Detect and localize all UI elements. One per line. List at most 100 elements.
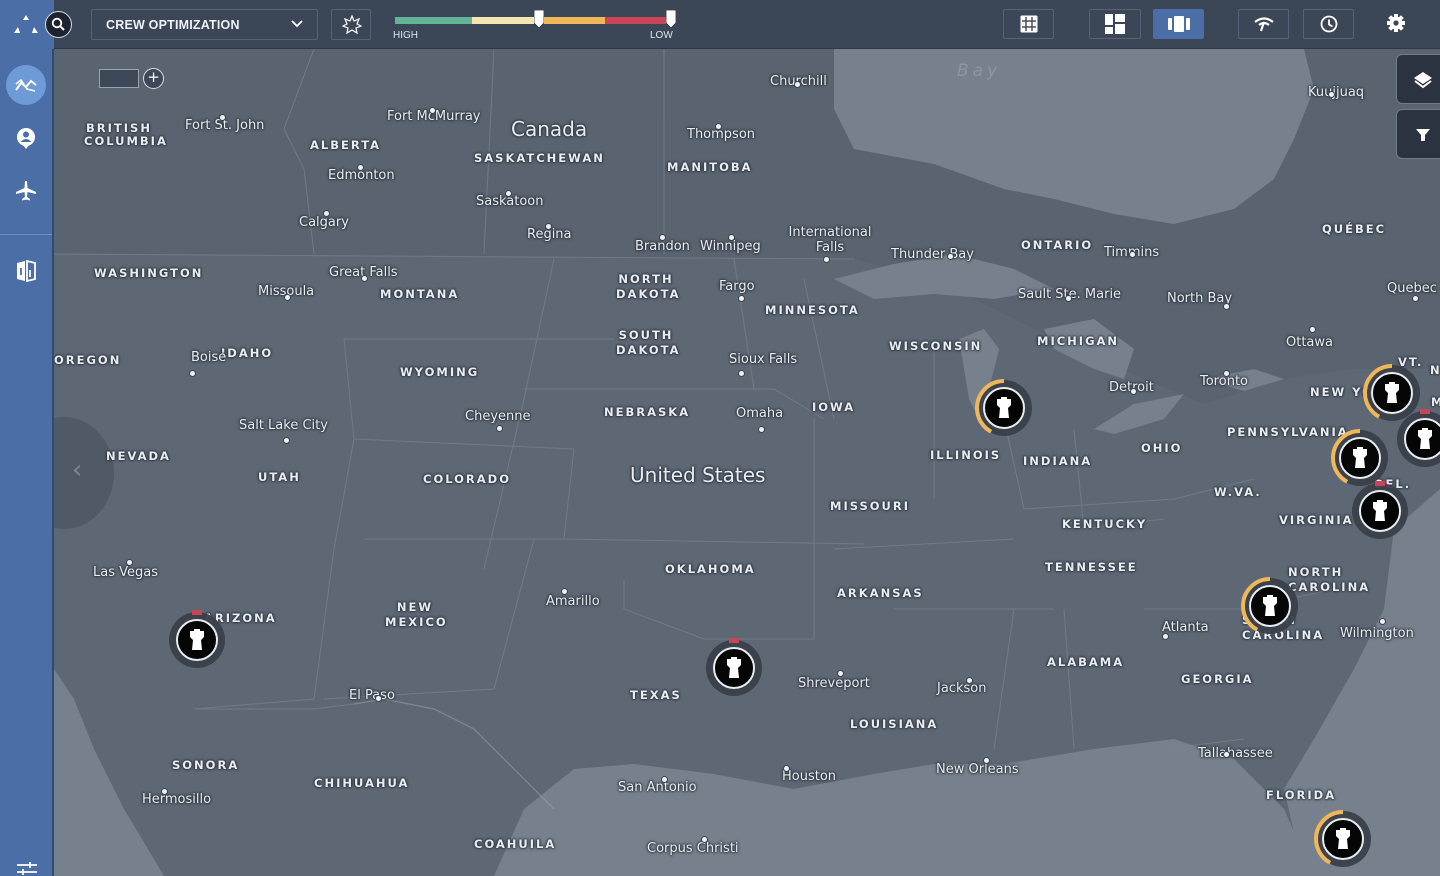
state-label: NEBRASKA [604,405,691,419]
city-label: Edmonton [328,168,395,183]
state-label: TEXAS [630,688,682,702]
filter-button[interactable] [1396,109,1440,159]
city-dot [662,777,667,782]
chevron-left-icon: ‹ [72,455,83,485]
city-dot [1224,752,1229,757]
city-dot [1224,371,1229,376]
city-dot [1131,389,1136,394]
city-dot [190,371,195,376]
slider-segment-medium-high [472,17,539,24]
state-label: INDIANA [1023,454,1093,468]
city-dot [729,235,734,240]
city-dot [1310,327,1315,332]
city-label: Las Vegas [93,565,158,580]
city-label: Shreveport [798,676,870,691]
history-button[interactable] [1303,9,1354,39]
city-label: Atlanta [1162,620,1209,635]
priority-slider[interactable]: HIGH LOW [393,6,683,44]
layers-button[interactable] [1396,54,1440,104]
station-marker-pennsylvania[interactable] [1330,428,1390,488]
view-selector-dropdown[interactable]: CREW OPTIMIZATION [91,9,318,40]
state-label: BRITISH COLUMBIA [84,121,168,148]
dashboard-layout-icon [1105,14,1125,34]
sidebar-divider [0,234,52,235]
station-marker-delaware[interactable] [1350,481,1410,541]
city-label: Fargo [719,279,755,294]
sidebar [0,49,54,876]
city-label: International Falls [788,225,872,255]
city-dot [430,108,435,113]
station-marker-florida[interactable] [1313,809,1373,869]
sidebar-item-crew[interactable] [6,118,46,158]
state-label: QUÉBEC [1322,222,1387,236]
state-label: OREGON [54,353,122,367]
country-label: Canada [511,117,588,141]
dashboard-view-button[interactable] [1089,9,1141,39]
state-label: OKLAHOMA [665,562,756,576]
signal-button[interactable] [1238,9,1289,39]
city-label: Houston [782,769,837,784]
state-label: MINNESOTA [765,303,860,317]
card-view-button[interactable] [1153,9,1204,39]
station-marker-new-jersey[interactable] [1395,409,1440,469]
search-button[interactable] [45,11,72,38]
city-dot [285,295,290,300]
city-label: Saskatoon [476,194,544,209]
state-label: NORTH DAKOTA [616,272,681,301]
map-canvas[interactable]: + ‹ Bay Canada United States BRITISH COL… [54,49,1440,876]
grid-view-button[interactable] [1003,9,1054,39]
station-marker-north-carolina[interactable] [1240,576,1300,636]
signal-icon [1253,17,1274,32]
state-label: NORTH CAROLINA [1288,565,1371,594]
slider-handle[interactable] [533,10,544,28]
gear-icon[interactable] [1386,13,1406,33]
station-marker-texas[interactable] [704,638,764,698]
state-label: GEORGIA [1181,672,1254,686]
state-label: MONTANA [380,287,460,301]
favorite-button[interactable] [331,9,371,40]
airplane-icon [16,181,36,201]
chevron-down-icon [291,20,303,28]
view-selector-label: CREW OPTIMIZATION [106,18,240,32]
sidebar-item-flights[interactable] [6,171,46,211]
city-label: Thunder Bay [891,247,974,262]
state-label: LOUISIANA [850,717,939,731]
user-pin-icon [17,128,35,149]
state-label: ALABAMA [1047,655,1125,669]
slider-label-high: HIGH [393,30,418,41]
slider-handle[interactable] [666,10,676,28]
state-label: MICHIGAN [1037,334,1120,348]
marker-alert-tag [192,610,202,615]
star-icon [342,15,362,35]
water-label: Bay [957,61,1002,81]
state-label: M [1431,395,1440,409]
marker-alert-tag [1375,481,1385,486]
city-label: El Paso [349,688,395,703]
city-dot [967,678,972,683]
filter-icon [1416,129,1430,141]
layers-icon [1414,72,1432,89]
city-dot [702,837,707,842]
sliders-icon[interactable] [17,862,37,876]
state-label: VIRGINIA [1279,513,1354,527]
sidebar-item-analytics[interactable] [6,65,46,105]
station-marker-arizona[interactable] [167,610,227,670]
zoom-in-button[interactable]: + [143,68,164,89]
city-dot [127,560,132,565]
city-label: Fort St. John [185,118,265,133]
state-label: MISSOURI [830,499,911,513]
city-dot [362,276,367,281]
city-dot [220,115,225,120]
triangle-dots-logo-icon [14,15,38,33]
zoom-level-box[interactable] [99,69,139,88]
state-label: WISCONSIN [889,339,983,353]
sidebar-item-compare[interactable] [6,251,46,291]
state-label: SASKATCHEWAN [474,151,605,165]
city-label: Ottawa [1286,335,1333,350]
city-label: Kuujjuaq [1308,85,1365,100]
state-label: COLORADO [423,472,511,486]
state-label: OHIO [1141,441,1183,455]
city-label: Quebec [1387,281,1437,296]
station-marker-illinois[interactable] [974,378,1034,438]
city-dot [1130,252,1135,257]
